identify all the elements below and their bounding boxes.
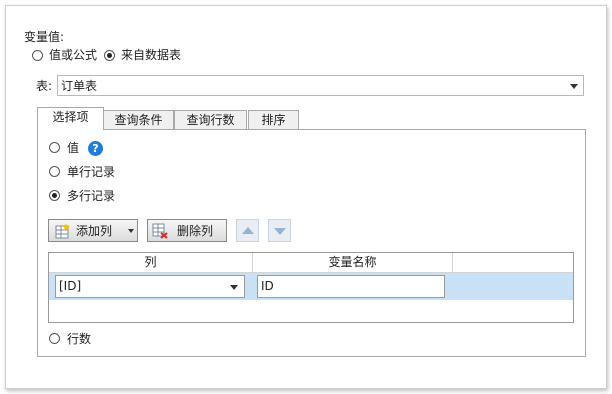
move-up-button[interactable]	[236, 219, 259, 242]
radio-single-row-label[interactable]: 单行记录	[67, 165, 115, 179]
column-select-value: [ID]	[59, 279, 82, 293]
grid-header-column: 列	[49, 253, 253, 273]
add-column-button[interactable]: 添加列	[48, 219, 138, 242]
tab-options[interactable]: 选择项	[37, 107, 104, 129]
tab-query-conditions[interactable]: 查询条件	[103, 110, 174, 129]
chevron-down-icon	[570, 83, 578, 89]
radio-from-datatable-label[interactable]: 来自数据表	[121, 48, 181, 62]
section-title: 变量值:	[24, 30, 65, 44]
table-select[interactable]: 订单表	[57, 75, 584, 96]
radio-value[interactable]	[49, 142, 60, 153]
delete-column-label: 删除列	[177, 224, 214, 238]
radio-row-count[interactable]	[49, 333, 60, 344]
delete-column-button[interactable]: 删除列	[147, 219, 227, 242]
move-down-button[interactable]	[268, 219, 291, 242]
radio-multi-row-label[interactable]: 多行记录	[67, 189, 115, 203]
var-name-input[interactable]: ID	[257, 275, 445, 298]
help-icon[interactable]: ?	[88, 141, 103, 156]
radio-single-row[interactable]	[49, 166, 60, 177]
chevron-down-icon	[230, 284, 238, 290]
add-column-icon	[55, 223, 70, 239]
arrow-down-icon	[274, 228, 286, 235]
radio-row-count-label[interactable]: 行数	[67, 332, 91, 346]
table-select-value: 订单表	[61, 79, 98, 93]
tab-query-rows[interactable]: 查询行数	[174, 110, 247, 129]
grid-header-var-name: 变量名称	[253, 253, 453, 273]
grid-header-empty	[453, 253, 573, 273]
arrow-up-icon	[242, 227, 254, 234]
table-label: 表:	[36, 79, 53, 93]
column-select[interactable]: [ID]	[55, 275, 245, 298]
add-column-label: 添加列	[76, 224, 113, 238]
delete-column-icon	[152, 223, 168, 239]
table-row[interactable]: [ID] ID	[49, 273, 573, 300]
dropdown-arrow-icon	[128, 229, 134, 233]
radio-value-or-formula[interactable]	[32, 50, 43, 61]
radio-value-label[interactable]: 值	[67, 141, 79, 155]
radio-from-datatable[interactable]	[104, 50, 115, 61]
columns-grid: 列 变量名称 [ID] ID	[48, 252, 574, 323]
tab-sort[interactable]: 排序	[248, 110, 299, 129]
radio-value-or-formula-label[interactable]: 值或公式	[49, 48, 97, 62]
radio-multi-row[interactable]	[49, 190, 60, 201]
active-tab-joint	[38, 128, 103, 130]
